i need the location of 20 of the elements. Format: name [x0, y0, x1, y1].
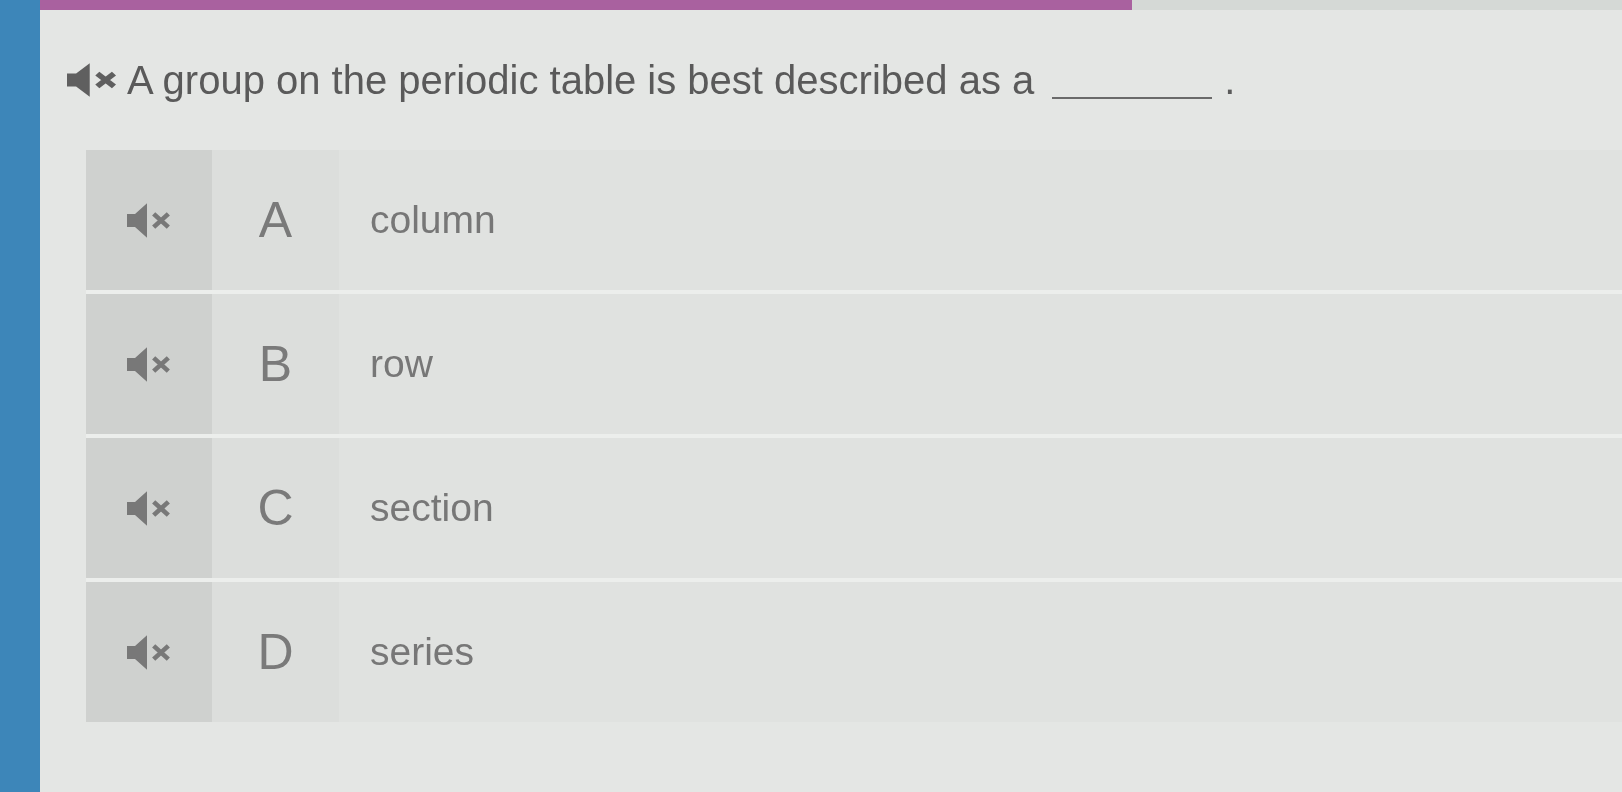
choice-letter[interactable]: D — [212, 582, 339, 722]
audio-button[interactable] — [86, 150, 212, 290]
choice-letter[interactable]: B — [212, 294, 339, 434]
answer-option[interactable]: row — [339, 294, 1622, 434]
speaker-muted-icon — [127, 489, 171, 527]
audio-button[interactable] — [86, 582, 212, 722]
speaker-muted-icon — [127, 345, 171, 383]
audio-button[interactable] — [67, 62, 117, 98]
answer-option[interactable]: series — [339, 582, 1622, 722]
question-period: . — [1224, 57, 1236, 103]
question-text: A group on the periodic table is best described as a — [127, 57, 1035, 103]
speaker-muted-icon — [67, 62, 117, 98]
choice-letter[interactable]: A — [212, 150, 339, 290]
answer-option[interactable]: section — [339, 438, 1622, 578]
choice-letter[interactable]: C — [212, 438, 339, 578]
speaker-muted-icon — [127, 201, 171, 239]
audio-button[interactable] — [86, 438, 212, 578]
audio-button[interactable] — [86, 294, 212, 434]
speaker-muted-icon — [127, 633, 171, 671]
answer-option[interactable]: column — [339, 150, 1622, 290]
